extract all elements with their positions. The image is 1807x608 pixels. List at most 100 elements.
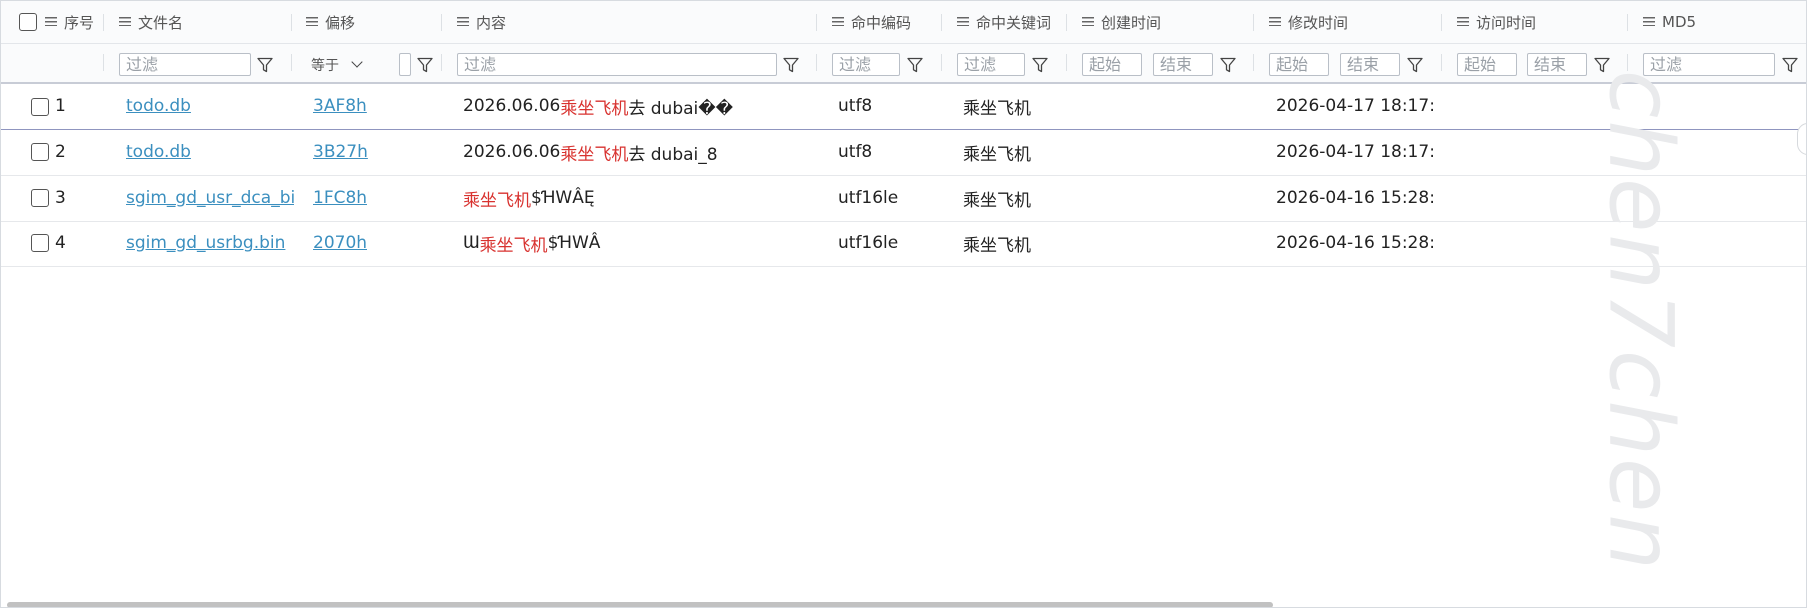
content-cell: 2026.06.06 乘坐飞机去 dubai_8 — [463, 130, 813, 174]
select-all-checkbox[interactable] — [19, 13, 37, 31]
offset-operator-select[interactable]: 等于 — [311, 53, 361, 76]
column-divider[interactable] — [816, 14, 817, 31]
column-menu-icon[interactable] — [1082, 17, 1094, 26]
offset-cell: 3AF8h — [313, 84, 367, 128]
column-header-label: 文件名 — [138, 12, 183, 33]
content-cell:  乘坐飞机 $ꞪWÂĘ — [463, 176, 813, 220]
column-header-md5[interactable]: MD5 — [1643, 1, 1696, 43]
column-divider[interactable] — [1441, 14, 1442, 31]
column-divider[interactable] — [1627, 14, 1628, 31]
content-hit: 乘坐飞机 — [463, 186, 531, 211]
keyword-cell: 乘坐飞机 — [963, 84, 1031, 128]
md5-filter-input[interactable] — [1643, 53, 1775, 76]
content-before: 2026.06.06 — [463, 96, 560, 116]
column-divider[interactable] — [1066, 14, 1067, 31]
column-menu-icon[interactable] — [957, 17, 969, 26]
row-index: 4 — [55, 221, 66, 265]
row-checkbox[interactable] — [31, 143, 49, 161]
column-menu-icon[interactable] — [119, 17, 131, 26]
column-header-filename[interactable]: 文件名 — [119, 1, 183, 43]
keyword-cell: 乘坐飞机 — [963, 176, 1031, 220]
column-divider[interactable] — [941, 14, 942, 31]
side-panel-handle[interactable] — [1797, 123, 1807, 155]
offset-link[interactable]: 2070h — [313, 233, 367, 253]
column-header-label: 命中编码 — [851, 12, 911, 33]
row-index: 3 — [55, 176, 66, 220]
column-header-label: 命中关键词 — [976, 12, 1051, 33]
filename-link[interactable]: sgim_gd_usr_dca_bigram.bin — [126, 188, 294, 208]
filter-funnel-icon[interactable] — [1032, 57, 1048, 73]
column-header-accessed[interactable]: 访问时间 — [1457, 1, 1536, 43]
column-menu-icon[interactable] — [1643, 17, 1655, 26]
column-header-modified[interactable]: 修改时间 — [1269, 1, 1348, 43]
filter-funnel-icon[interactable] — [907, 57, 923, 73]
offset-filter-input[interactable] — [399, 53, 411, 76]
modified-cell: 2026-04-16 15:28:... — [1276, 176, 1436, 220]
modified-cell: 2026-04-16 15:28:... — [1276, 221, 1436, 265]
modified-end-input[interactable] — [1340, 53, 1400, 76]
offset-link[interactable]: 1FC8h — [313, 188, 367, 208]
table-row[interactable]: 2 todo.db 3B27h 2026.06.06 乘坐飞机去 dubai_… — [1, 130, 1807, 176]
offset-cell: 2070h — [313, 221, 367, 265]
column-divider[interactable] — [441, 14, 442, 31]
table-row[interactable]: 1 todo.db 3AF8h 2026.06.06 乘坐飞机 去 dubai… — [1, 84, 1807, 130]
filter-funnel-icon[interactable] — [1594, 57, 1610, 73]
accessed-start-input[interactable] — [1457, 53, 1517, 76]
offset-link[interactable]: 3B27h — [313, 142, 368, 162]
column-header-label: 访问时间 — [1476, 12, 1536, 33]
row-checkbox[interactable] — [31, 98, 49, 116]
filter-funnel-icon[interactable] — [257, 57, 273, 73]
column-header-label: 偏移 — [325, 12, 355, 33]
column-divider — [1441, 54, 1442, 71]
column-header-keyword[interactable]: 命中关键词 — [957, 1, 1051, 43]
offset-cell: 3B27h — [313, 130, 368, 174]
column-menu-icon[interactable] — [1457, 17, 1469, 26]
filter-funnel-icon[interactable] — [1220, 57, 1236, 73]
content-filter-input[interactable] — [457, 53, 777, 76]
content-after: 去 dubai�� — [628, 94, 733, 119]
table-row[interactable]: 4 sgim_gd_usrbg.bin 2070h Ɯ 乘坐飞机 $ꞪW… — [1, 221, 1807, 267]
column-menu-icon[interactable] — [457, 17, 469, 26]
table-row[interactable]: 3 sgim_gd_usr_dca_bigram.bin 1FC8h 乘坐… — [1, 176, 1807, 222]
row-checkbox[interactable] — [31, 234, 49, 252]
chevron-down-icon — [351, 56, 362, 67]
filter-funnel-icon[interactable] — [783, 57, 799, 73]
column-header-index[interactable]: 序号 — [45, 1, 94, 43]
column-divider[interactable] — [291, 14, 292, 31]
filter-funnel-icon[interactable] — [417, 57, 433, 73]
row-index: 1 — [55, 84, 66, 128]
filename-link[interactable]: todo.db — [126, 142, 191, 162]
accessed-end-input[interactable] — [1527, 53, 1587, 76]
column-menu-icon[interactable] — [1269, 17, 1281, 26]
column-header-label: 序号 — [64, 12, 94, 33]
row-checkbox[interactable] — [31, 189, 49, 207]
filename-link[interactable]: todo.db — [126, 96, 191, 116]
horizontal-scrollbar-thumb[interactable] — [7, 602, 1273, 608]
encoding-filter-input[interactable] — [832, 53, 900, 76]
column-header-content[interactable]: 内容 — [457, 1, 506, 43]
column-menu-icon[interactable] — [306, 17, 318, 26]
column-header-created[interactable]: 创建时间 — [1082, 1, 1161, 43]
keyword-filter-input[interactable] — [957, 53, 1025, 76]
column-divider — [941, 54, 942, 71]
filename-cell: todo.db — [126, 130, 294, 174]
created-end-input[interactable] — [1153, 53, 1213, 76]
encoding-cell: utf16le — [838, 176, 898, 220]
column-divider[interactable] — [1253, 14, 1254, 31]
column-header-offset[interactable]: 偏移 — [306, 1, 355, 43]
offset-link[interactable]: 3AF8h — [313, 96, 367, 116]
column-divider — [291, 54, 292, 71]
content-after: $ꞪWÂĘ — [531, 188, 595, 208]
filter-funnel-icon[interactable] — [1407, 57, 1423, 73]
modified-start-input[interactable] — [1269, 53, 1329, 76]
column-divider[interactable] — [103, 14, 104, 31]
content-hit: 乘坐飞机 — [560, 140, 628, 165]
column-header-encoding[interactable]: 命中编码 — [832, 1, 911, 43]
filename-filter-input[interactable] — [119, 53, 251, 76]
column-menu-icon[interactable] — [45, 17, 57, 26]
filename-link[interactable]: sgim_gd_usrbg.bin — [126, 233, 285, 253]
column-menu-icon[interactable] — [832, 17, 844, 26]
filename-cell: sgim_gd_usr_dca_bigram.bin — [126, 176, 294, 220]
filter-funnel-icon[interactable] — [1782, 57, 1798, 73]
created-start-input[interactable] — [1082, 53, 1142, 76]
